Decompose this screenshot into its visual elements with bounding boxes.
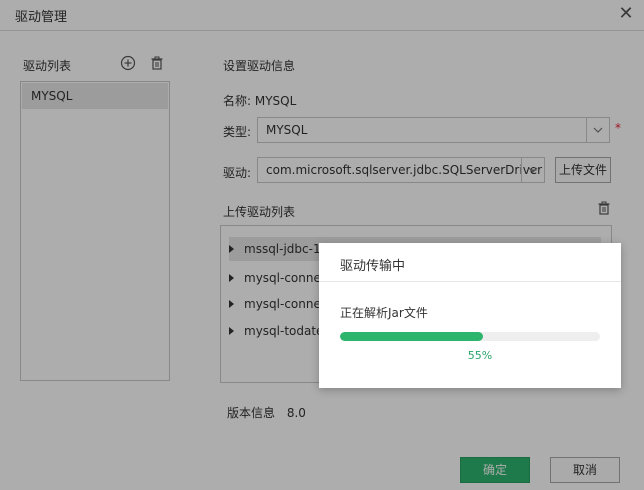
progress-bar [340, 332, 600, 341]
progress-bar-fill [340, 332, 483, 341]
progress-modal-header: 驱动传输中 [319, 243, 621, 282]
progress-modal-title: 驱动传输中 [340, 259, 406, 274]
progress-percent: 55% [467, 349, 493, 362]
driver-management-dialog: 驱动管理 ✕ 驱动列表 MYSQL 设置驱动信息 名称: MYSQL 类型: M… [0, 0, 644, 490]
progress-modal: 驱动传输中 正在解析Jar文件 55% [319, 243, 621, 388]
progress-status: 正在解析Jar文件 [340, 306, 428, 320]
